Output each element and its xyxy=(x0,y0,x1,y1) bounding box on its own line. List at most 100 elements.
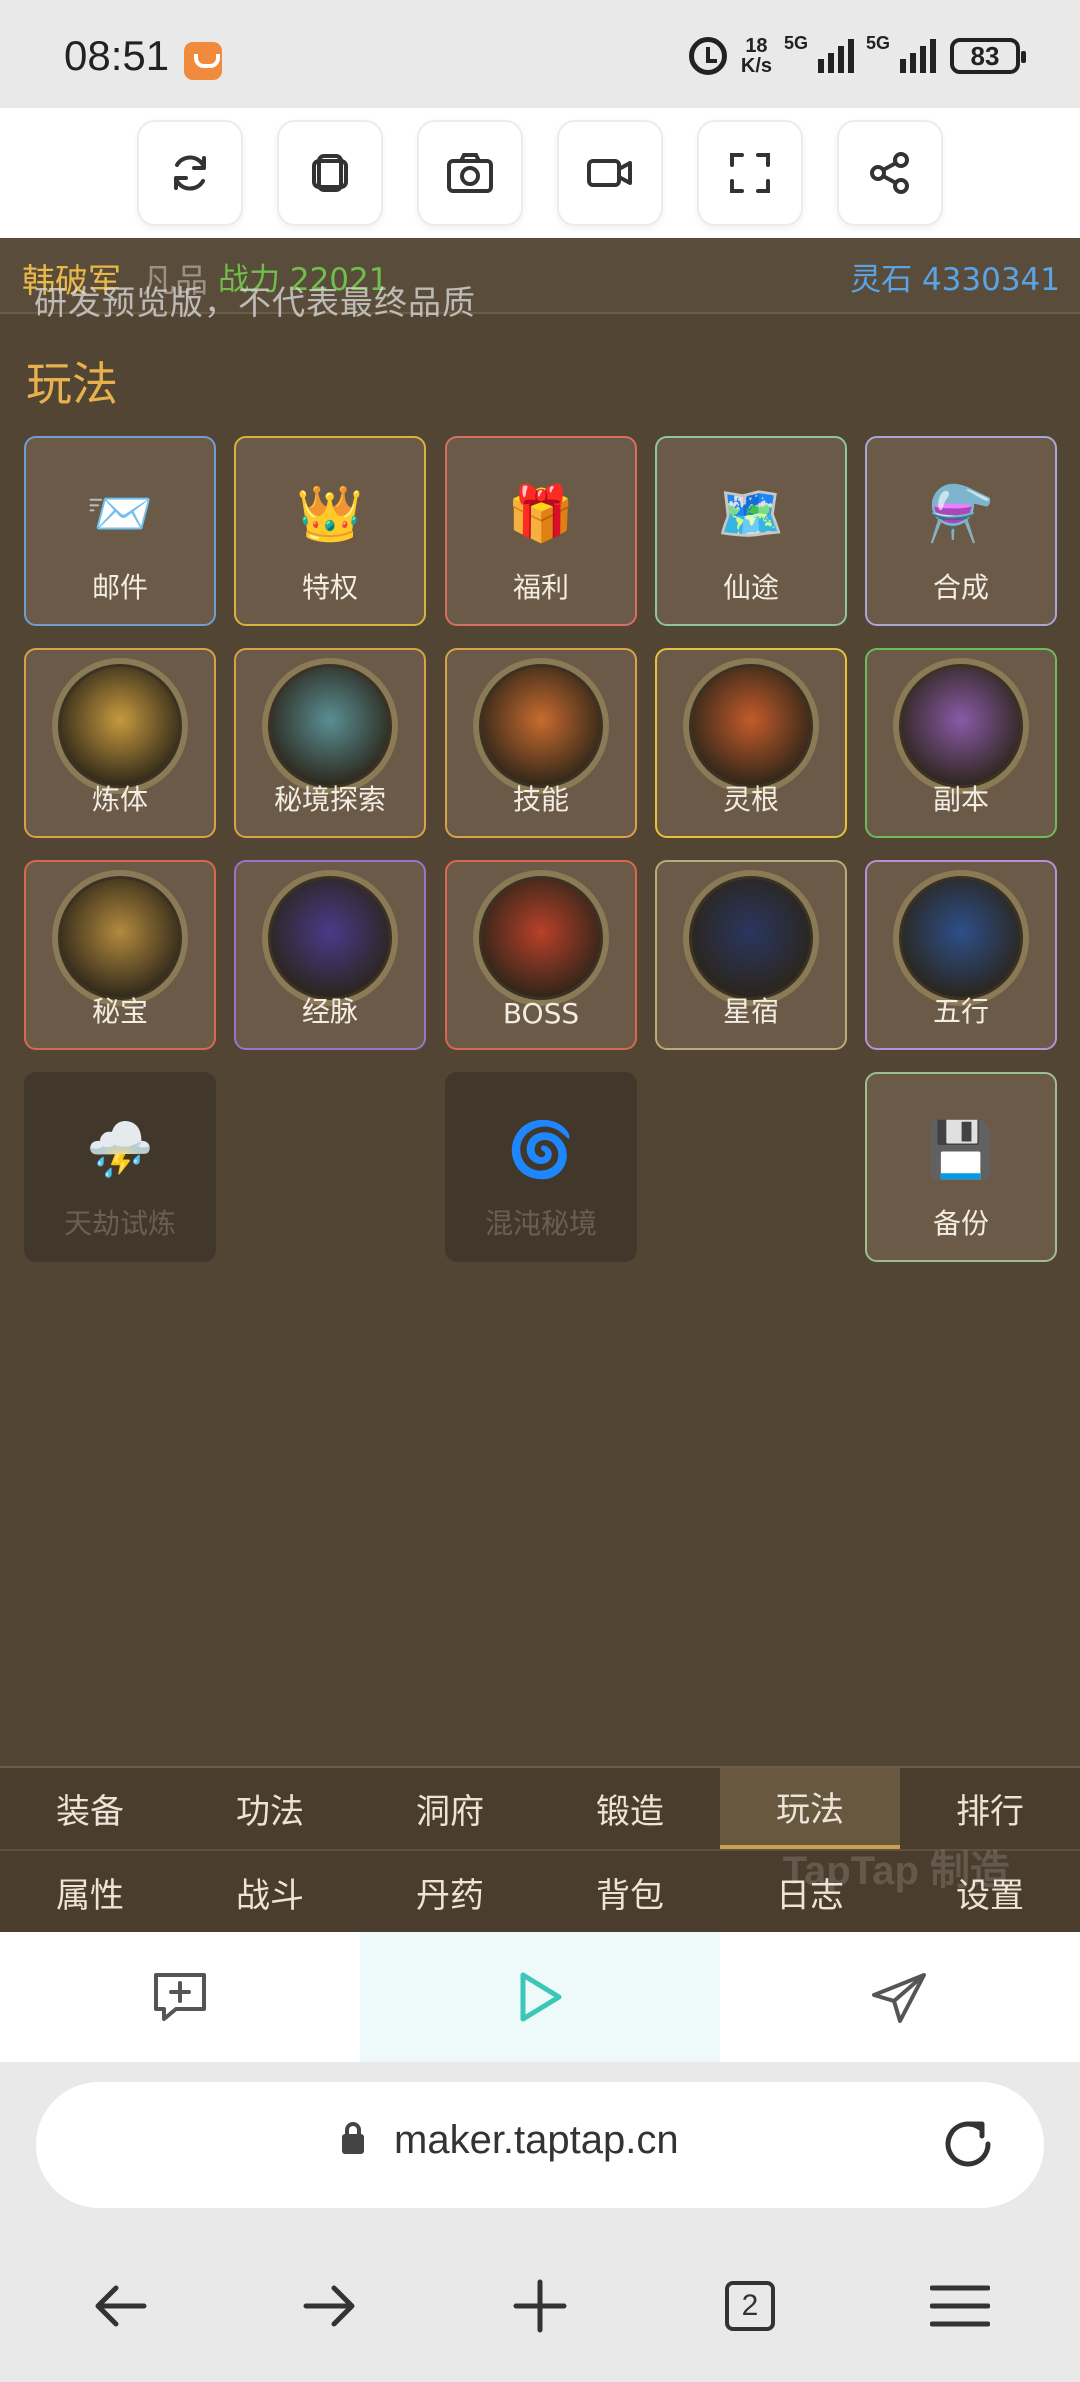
taptap-watermark: TapTap 制造 xyxy=(782,1849,1010,1893)
tile-label: 天劫试炼 xyxy=(63,1207,176,1240)
lock-icon xyxy=(342,2122,364,2154)
send-button[interactable] xyxy=(720,1932,1080,2062)
tile-label: 备份 xyxy=(932,1207,989,1240)
tile-icon: 👑 xyxy=(296,482,364,545)
tab-count: 2 xyxy=(725,2281,775,2331)
alarm-icon xyxy=(688,37,727,75)
signal-sim1-icon: 5G xyxy=(784,33,854,73)
tile-icon: ⛈️ xyxy=(86,1118,154,1181)
forward-button[interactable] xyxy=(290,2266,370,2346)
tile-label: 炼体 xyxy=(91,783,148,816)
reload-icon xyxy=(945,2121,991,2167)
tile-icon: 🎁 xyxy=(507,482,575,545)
fullscreen-icon xyxy=(730,153,770,193)
tile-label: 福利 xyxy=(512,571,569,604)
nav-tab[interactable]: 丹药 xyxy=(360,1851,540,1932)
tile-7[interactable]: 技能 xyxy=(445,648,637,838)
status-time: 08:51 xyxy=(64,32,170,79)
medal-icon xyxy=(262,658,398,794)
nav-tab[interactable]: 洞府 xyxy=(360,1768,540,1849)
sim1-label: 5G xyxy=(784,33,809,53)
nav-tab[interactable]: 锻造 xyxy=(540,1768,720,1849)
browser-nav-bar: 2 xyxy=(0,2230,1080,2382)
tile-icon: 🌀 xyxy=(507,1118,575,1181)
play-button[interactable] xyxy=(360,1932,720,2062)
tile-3[interactable]: 🗺️ 仙途 xyxy=(655,436,847,626)
tile-6[interactable]: 秘境探索 xyxy=(234,648,426,838)
medal-icon xyxy=(893,658,1029,794)
tile-label: 灵根 xyxy=(722,783,779,816)
fullscreen-button[interactable] xyxy=(697,120,803,226)
medal-icon xyxy=(52,658,188,794)
medal-icon xyxy=(683,870,819,1006)
tile-label: 邮件 xyxy=(91,571,148,604)
tile-5[interactable]: 炼体 xyxy=(24,648,216,838)
address-bar-area: maker.taptap.cn xyxy=(0,2062,1080,2230)
tile-8[interactable]: 灵根 xyxy=(655,648,847,838)
send-icon xyxy=(872,1973,926,2023)
reload-button[interactable] xyxy=(936,2112,1000,2180)
copy-button[interactable] xyxy=(277,120,383,226)
tile-label: BOSS xyxy=(502,997,580,1030)
tile-label: 秘境探索 xyxy=(273,783,386,816)
tile-label: 合成 xyxy=(932,571,989,604)
tile-icon: 📨 xyxy=(86,482,154,545)
battery-icon: 83 xyxy=(950,38,1026,74)
nav-tab[interactable]: 装备 xyxy=(0,1768,180,1849)
tile-17[interactable]: 💾 备份 xyxy=(865,1072,1057,1262)
tile-11[interactable]: 经脉 xyxy=(234,860,426,1050)
url-text: maker.taptap.cn xyxy=(394,2118,679,2162)
menu-button[interactable] xyxy=(920,2266,1000,2346)
nav-tab[interactable]: 排行 xyxy=(900,1768,1080,1849)
tile-14[interactable]: 五行 xyxy=(865,860,1057,1050)
nav-tab[interactable]: 功法 xyxy=(180,1768,360,1849)
record-button[interactable] xyxy=(557,120,663,226)
video-icon xyxy=(587,159,632,187)
medal-icon xyxy=(473,870,609,1006)
tile-9[interactable]: 副本 xyxy=(865,648,1057,838)
back-button[interactable] xyxy=(80,2266,160,2346)
play-icon xyxy=(520,1972,562,2022)
tile-13[interactable]: 星宿 xyxy=(655,860,847,1050)
medal-icon xyxy=(683,658,819,794)
comment-button[interactable] xyxy=(0,1932,360,2062)
arrow-left-icon xyxy=(95,2285,147,2327)
share-icon xyxy=(870,152,909,194)
tile-4[interactable]: ⚗️ 合成 xyxy=(865,436,1057,626)
medal-icon xyxy=(262,870,398,1006)
tabs-button[interactable]: 2 xyxy=(710,2266,790,2346)
status-bar: 08:51 18 K/s 5G 5G 83 xyxy=(0,0,1080,108)
tile-label: 技能 xyxy=(512,783,569,816)
preview-watermark: 研发预览版，不代表最终品质 xyxy=(34,283,476,322)
refresh-icon xyxy=(174,155,206,191)
tile-10[interactable]: 秘宝 xyxy=(24,860,216,1050)
medal-icon xyxy=(473,658,609,794)
tile-1[interactable]: 👑 特权 xyxy=(234,436,426,626)
tile-2[interactable]: 🎁 福利 xyxy=(445,436,637,626)
copy-icon xyxy=(312,154,348,192)
arrow-right-icon xyxy=(303,2285,355,2327)
nav-tab[interactable]: 属性 xyxy=(0,1851,180,1932)
new-tab-button[interactable] xyxy=(500,2266,580,2346)
share-button[interactable] xyxy=(837,120,943,226)
camera-icon xyxy=(447,153,493,193)
tile-label: 副本 xyxy=(932,783,989,816)
medal-icon xyxy=(52,870,188,1006)
refresh-button[interactable] xyxy=(137,120,243,226)
tile-label: 五行 xyxy=(932,995,989,1028)
sim2-label: 5G xyxy=(866,33,891,53)
speed-unit: K/s xyxy=(740,55,772,77)
comment-add-icon xyxy=(154,1973,206,2021)
tile-12[interactable]: BOSS xyxy=(445,860,637,1050)
tile-label: 秘宝 xyxy=(91,995,148,1028)
tile-label: 经脉 xyxy=(301,995,358,1028)
tile-label: 仙途 xyxy=(722,571,779,604)
screenshot-button[interactable] xyxy=(417,120,523,226)
tile-16: 🌀 混沌秘境 xyxy=(445,1072,637,1262)
status-icons: 18 K/s 5G 5G 83 xyxy=(688,33,1026,78)
nav-tab[interactable]: 背包 xyxy=(540,1851,720,1932)
address-bar[interactable]: maker.taptap.cn xyxy=(36,2082,1044,2208)
nav-tab[interactable]: 玩法 xyxy=(720,1768,900,1849)
nav-tab[interactable]: 战斗 xyxy=(180,1851,360,1932)
tile-0[interactable]: 📨 邮件 xyxy=(24,436,216,626)
